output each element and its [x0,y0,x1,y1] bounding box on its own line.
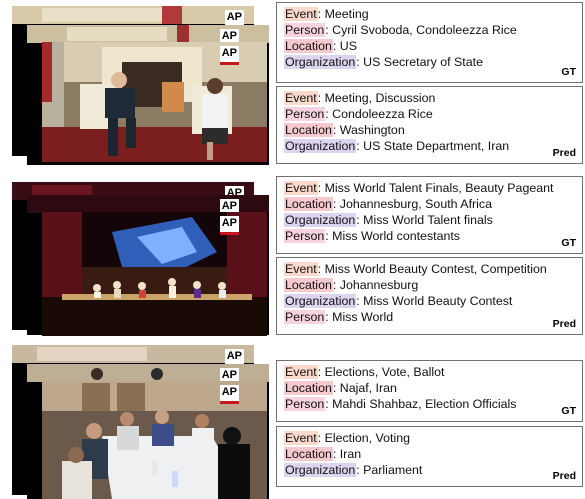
ground-truth-box: Event: Meeting Person: Cyril Svoboda, Co… [276,2,583,83]
ap-logo: AP [219,216,239,235]
entity-value: : Washington [332,123,405,137]
entity-key: Event [284,91,318,105]
entity-value: : Election, Voting [317,431,410,445]
entity-key: Person [284,310,326,324]
entity-line: Organization: Miss World Talent finals [284,212,582,228]
sample-row-1: AP AP AP Event: Meeting Person: Cyril Sv… [0,0,585,165]
ground-truth-box: Event: Miss World Talent Finals, Beauty … [276,176,583,254]
entity-line: Event: Meeting [284,6,582,22]
entity-value: : Miss World Beauty Contest, Competition [317,262,547,276]
entity-key: Person [284,23,326,37]
entity-key: Location [284,39,333,53]
entity-key: Organization [284,139,357,153]
entity-value: : Johannesburg [332,278,419,292]
video-frame: AP [42,42,267,162]
video-frame-stack: AP AP AP [0,176,272,336]
entity-line: Organization: Parliament [284,462,582,478]
entity-value: : Condoleezza Rice [325,107,433,121]
entity-line: Location: US [284,38,582,54]
entity-key: Person [284,397,326,411]
entity-key: Location [284,197,333,211]
entity-value: : Johannesburg, South Africa [332,197,492,211]
sample-row-2: AP AP AP Event: Miss World Talent Finals… [0,176,585,336]
entity-line: Location: Johannesburg [284,277,582,293]
pred-tag: Pred [552,147,576,159]
entity-line: Organization: Miss World Beauty Contest [284,293,582,309]
entity-line: Event: Elections, Vote, Ballot [284,364,582,380]
entity-value: : Najaf, Iran [332,381,397,395]
entity-line: Location: Johannesburg, South Africa [284,196,582,212]
pred-tag: Pred [552,318,576,330]
entity-line: Person: Miss World contestants [284,228,582,244]
video-frame-stack: AP AP AP [0,345,272,499]
entity-key: Organization [284,55,357,69]
entity-key: Organization [284,294,357,308]
entity-line: Person: Condoleezza Rice [284,106,582,122]
ground-truth-box: Event: Elections, Vote, Ballot Location:… [276,360,583,422]
entity-value: : Elections, Vote, Ballot [317,365,445,379]
entity-value: : Miss World Beauty Contest [356,294,513,308]
ap-logo: AP [219,385,239,404]
entity-value: : Miss World [325,310,394,324]
entity-value: : Mahdi Shahbaz, Election Officials [325,397,517,411]
entity-line: Location: Washington [284,122,582,138]
entity-line: Event: Election, Voting [284,430,582,446]
entity-line: Location: Najaf, Iran [284,380,582,396]
entity-value: : Meeting [317,7,369,21]
entity-line: Event: Miss World Talent Finals, Beauty … [284,180,582,196]
entity-line: Event: Miss World Beauty Contest, Compet… [284,261,582,277]
entity-key: Event [284,181,318,195]
prediction-box: Event: Election, Voting Location: Iran O… [276,426,583,487]
entity-value: : Cyril Svoboda, Condoleezza Rice [325,23,517,37]
entity-value: : Meeting, Discussion [317,91,436,105]
entity-value: : US [332,39,357,53]
entity-key: Person [284,107,326,121]
gt-tag: GT [561,66,576,78]
entity-key: Event [284,365,318,379]
entity-key: Organization [284,463,357,477]
entity-key: Event [284,7,318,21]
entity-value: : Miss World contestants [325,229,461,243]
ap-logo: AP [219,46,239,65]
entity-key: Event [284,431,318,445]
entity-value: : Miss World Talent finals [356,213,493,227]
entity-line: Location: Iran [284,446,582,462]
entity-line: Person: Cyril Svoboda, Condoleezza Rice [284,22,582,38]
entity-value: : US Secretary of State [356,55,483,69]
entity-key: Location [284,278,333,292]
prediction-box: Event: Miss World Beauty Contest, Compet… [276,257,583,335]
entity-value: : US State Department, Iran [356,139,510,153]
entity-key: Organization [284,213,357,227]
entity-key: Location [284,447,333,461]
entity-line: Person: Miss World [284,309,582,325]
entity-line: Organization: US State Department, Iran [284,138,582,154]
entity-key: Location [284,381,333,395]
gt-tag: GT [561,237,576,249]
prediction-box: Event: Meeting, Discussion Person: Condo… [276,86,583,164]
gt-tag: GT [561,405,576,417]
entity-key: Location [284,123,333,137]
entity-key: Event [284,262,318,276]
sample-row-3: AP AP AP Event: Elections, Vote, Ballot … [0,345,585,499]
pred-tag: Pred [552,470,576,482]
entity-line: Event: Meeting, Discussion [284,90,582,106]
entity-line: Organization: US Secretary of State [284,54,582,70]
video-frame: AP [42,381,267,499]
entity-key: Person [284,229,326,243]
video-frame-stack: AP AP AP [0,0,272,165]
entity-line: Person: Mahdi Shahbaz, Election Official… [284,396,582,412]
entity-value: : Miss World Talent Finals, Beauty Pagea… [317,181,554,195]
entity-value: : Iran [332,447,362,461]
video-frame: AP [42,212,267,336]
entity-value: : Parliament [356,463,423,477]
